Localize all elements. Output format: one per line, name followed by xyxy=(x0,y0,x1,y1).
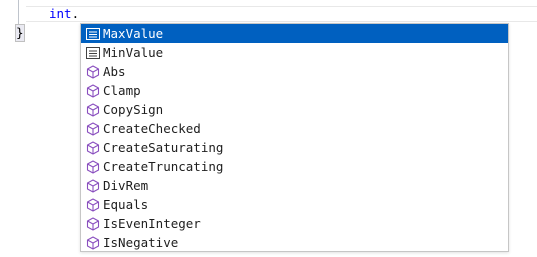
completion-item[interactable]: MinValue xyxy=(81,43,508,62)
completion-item-label: CopySign xyxy=(103,102,164,117)
completion-item[interactable]: CopySign xyxy=(81,100,508,119)
completion-item-label: IsEvenInteger xyxy=(103,216,201,231)
keyword-int: int xyxy=(49,6,72,21)
completion-item-label: MaxValue xyxy=(103,26,164,41)
current-line-highlight xyxy=(26,6,537,22)
completion-item[interactable]: Abs xyxy=(81,62,508,81)
field-icon xyxy=(85,45,101,61)
completion-item-label: IsNegative xyxy=(103,235,179,250)
code-line[interactable]: int. xyxy=(49,6,79,22)
method-icon xyxy=(85,102,101,118)
completion-item[interactable]: MaxValue xyxy=(81,24,508,43)
method-icon xyxy=(85,197,101,213)
completion-item[interactable]: CreateSaturating xyxy=(81,138,508,157)
method-icon xyxy=(85,235,101,251)
completion-item-label: DivRem xyxy=(103,178,149,193)
method-icon xyxy=(85,216,101,232)
completion-item-label: Abs xyxy=(103,64,126,79)
closing-brace: } xyxy=(15,24,25,42)
completion-item-label: CreateSaturating xyxy=(103,140,224,155)
field-icon xyxy=(85,26,101,42)
completion-item[interactable]: DivRem xyxy=(81,176,508,195)
completion-item[interactable]: Equals xyxy=(81,195,508,214)
completion-item[interactable]: CreateChecked xyxy=(81,119,508,138)
member-access-dot: . xyxy=(71,6,80,21)
completion-item-label: Clamp xyxy=(103,83,141,98)
completion-item[interactable]: IsEvenInteger xyxy=(81,214,508,233)
method-icon xyxy=(85,83,101,99)
method-icon xyxy=(85,140,101,156)
method-icon xyxy=(85,121,101,137)
completion-item-label: CreateChecked xyxy=(103,121,201,136)
completion-item-label: CreateTruncating xyxy=(103,159,224,174)
intellisense-completion-list[interactable]: MaxValue MinValue Abs Clamp CopySign CreateCh… xyxy=(80,23,509,252)
completion-item[interactable]: CreateTruncating xyxy=(81,157,508,176)
completion-item-label: Equals xyxy=(103,197,149,212)
method-icon xyxy=(85,178,101,194)
method-icon xyxy=(85,159,101,175)
completion-item[interactable]: Clamp xyxy=(81,81,508,100)
method-icon xyxy=(85,64,101,80)
completion-item[interactable]: IsNegative xyxy=(81,233,508,251)
completion-item-label: MinValue xyxy=(103,45,164,60)
